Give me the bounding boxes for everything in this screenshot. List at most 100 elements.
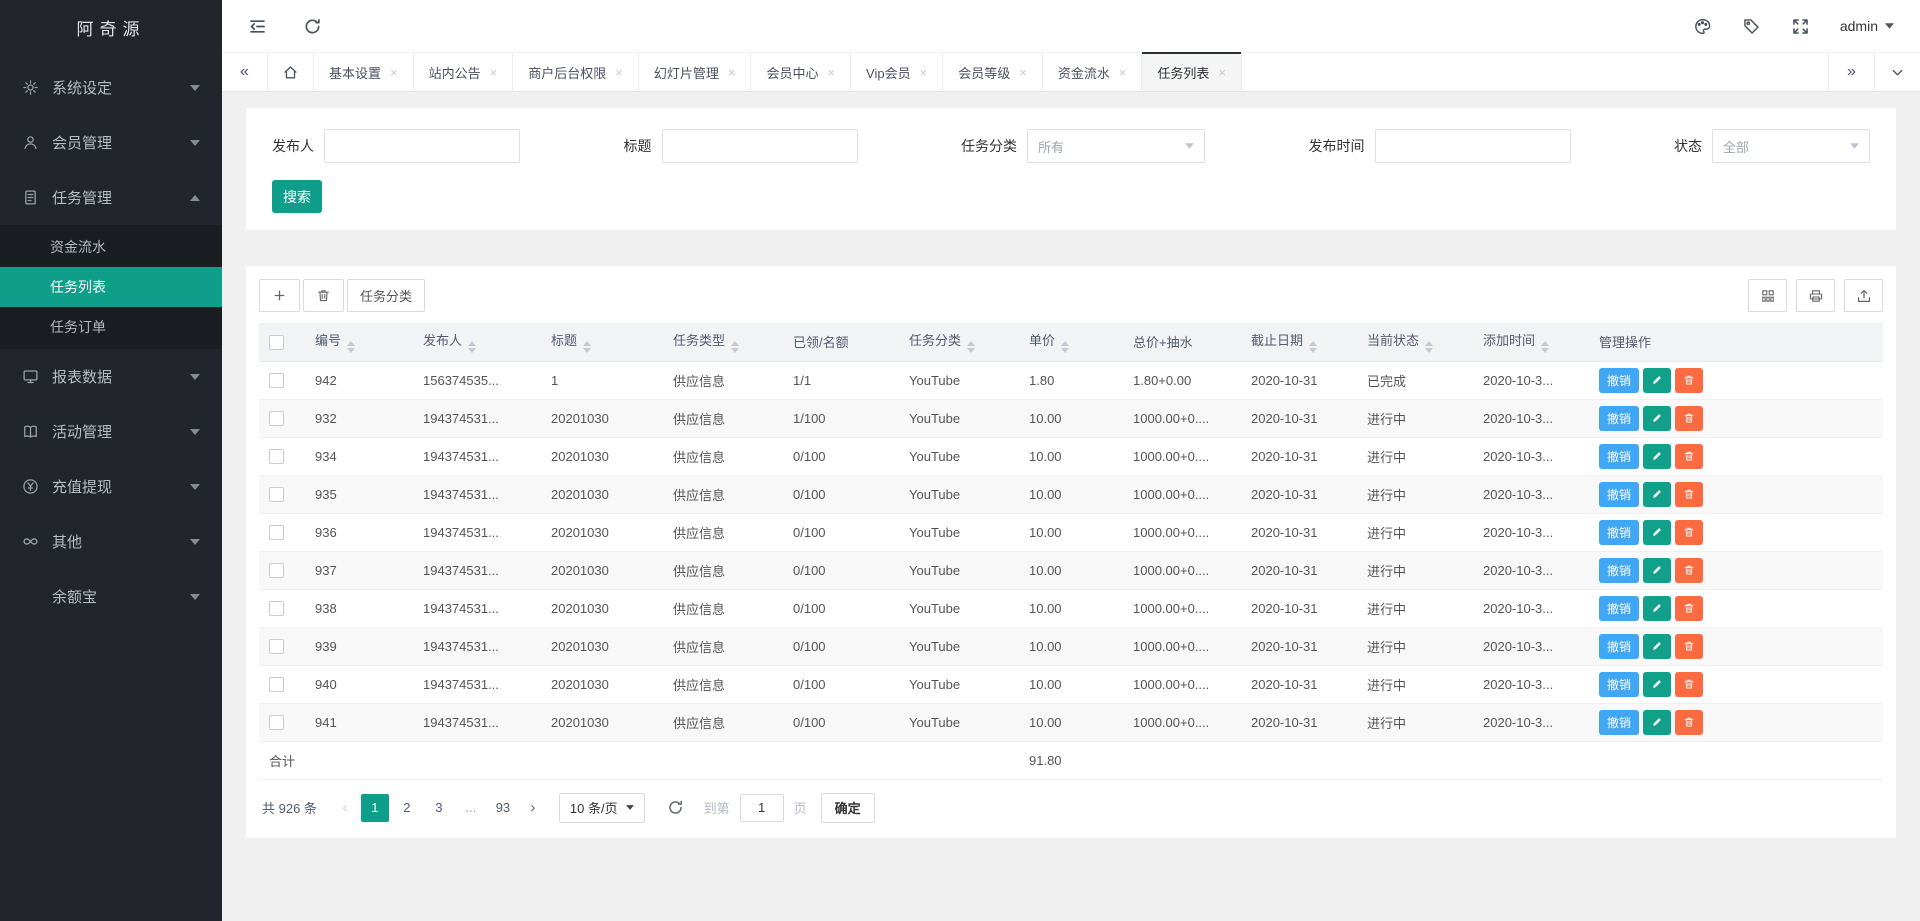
edit-button[interactable] [1643,368,1671,393]
tab-slideshow-management[interactable]: 幻灯片管理× [639,53,752,91]
refresh-icon[interactable] [303,17,322,36]
publish-time-input[interactable] [1375,129,1571,163]
sort-icon[interactable] [1309,341,1317,353]
revoke-button[interactable]: 撤销 [1599,406,1639,431]
row-checkbox[interactable] [269,715,284,730]
tabs-scroll-right-button[interactable]: » [1828,53,1874,91]
page-button-3[interactable]: 3 [425,794,453,822]
tabs-menu-button[interactable] [1874,53,1920,91]
sidebar-item-report-data[interactable]: 报表数据 [0,349,222,404]
delete-button[interactable] [1675,368,1703,393]
row-checkbox[interactable] [269,639,284,654]
close-icon[interactable]: × [390,65,398,80]
search-button[interactable]: 搜索 [272,180,322,213]
edit-button[interactable] [1643,444,1671,469]
sort-icon[interactable] [731,341,739,353]
close-icon[interactable]: × [920,65,928,80]
sidebar-subitem-funds-flow[interactable]: 资金流水 [0,227,222,267]
sort-icon[interactable] [1541,341,1549,353]
theme-palette-icon[interactable] [1693,17,1712,36]
edit-button[interactable] [1643,596,1671,621]
column-header-price[interactable]: 单价 [1019,323,1123,361]
revoke-button[interactable]: 撤销 [1599,596,1639,621]
row-checkbox[interactable] [269,449,284,464]
next-page-button[interactable]: › [519,794,547,822]
goto-page-input[interactable] [740,794,784,822]
delete-button[interactable] [1675,558,1703,583]
batch-delete-button[interactable] [303,279,344,312]
page-button-93[interactable]: 93 [489,794,517,822]
prev-page-button[interactable]: ‹ [331,794,359,822]
row-checkbox[interactable] [269,525,284,540]
sort-icon[interactable] [1061,341,1069,353]
tabs-scroll-left-button[interactable]: « [222,53,268,91]
column-header-category[interactable]: 任务分类 [899,323,1019,361]
sidebar-item-member-management[interactable]: 会员管理 [0,115,222,170]
status-select[interactable]: 全部 [1712,129,1870,163]
close-icon[interactable]: × [615,65,623,80]
sidebar-toggle-icon[interactable] [248,17,267,36]
revoke-button[interactable]: 撤销 [1599,444,1639,469]
title-input[interactable] [662,129,858,163]
row-checkbox[interactable] [269,487,284,502]
task-category-button[interactable]: 任务分类 [347,279,425,312]
sidebar-item-task-management[interactable]: 任务管理 [0,170,222,225]
row-checkbox[interactable] [269,563,284,578]
delete-button[interactable] [1675,520,1703,545]
row-checkbox[interactable] [269,677,284,692]
fullscreen-icon[interactable] [1791,17,1810,36]
add-button[interactable] [259,279,300,312]
sort-icon[interactable] [1425,341,1433,353]
tab-basic-settings[interactable]: 基本设置× [314,53,414,91]
row-checkbox[interactable] [269,373,284,388]
select-all-checkbox[interactable] [269,335,284,350]
tab-funds-flow[interactable]: 资金流水× [1043,53,1143,91]
sort-icon[interactable] [967,341,975,353]
column-header-status[interactable]: 当前状态 [1357,323,1473,361]
revoke-button[interactable]: 撤销 [1599,710,1639,735]
edit-button[interactable] [1643,520,1671,545]
sidebar-item-yuebao[interactable]: 余额宝 [0,569,222,624]
close-icon[interactable]: × [1218,65,1226,80]
delete-button[interactable] [1675,672,1703,697]
home-tab-button[interactable] [268,53,314,91]
edit-button[interactable] [1643,710,1671,735]
row-checkbox[interactable] [269,601,284,616]
sort-icon[interactable] [347,341,355,353]
publisher-input[interactable] [324,129,520,163]
delete-button[interactable] [1675,482,1703,507]
column-header-publisher[interactable]: 发布人 [413,323,541,361]
page-button-1[interactable]: 1 [361,794,389,822]
page-size-select[interactable]: 10 条/页 [559,793,645,823]
delete-button[interactable] [1675,444,1703,469]
edit-button[interactable] [1643,406,1671,431]
sidebar-item-activity-management[interactable]: 活动管理 [0,404,222,459]
revoke-button[interactable]: 撤销 [1599,368,1639,393]
sort-icon[interactable] [468,341,476,353]
close-icon[interactable]: × [827,65,835,80]
column-header-id[interactable]: 编号 [305,323,413,361]
user-menu[interactable]: admin [1840,18,1894,34]
revoke-button[interactable]: 撤销 [1599,520,1639,545]
column-header-title[interactable]: 标题 [541,323,663,361]
sidebar-subitem-task-list[interactable]: 任务列表 [0,267,222,307]
page-button-2[interactable]: 2 [393,794,421,822]
revoke-button[interactable]: 撤销 [1599,482,1639,507]
revoke-button[interactable]: 撤销 [1599,634,1639,659]
revoke-button[interactable]: 撤销 [1599,558,1639,583]
delete-button[interactable] [1675,406,1703,431]
category-select[interactable]: 所有 [1027,129,1205,163]
tab-member-center[interactable]: 会员中心× [751,53,851,91]
tab-member-level[interactable]: 会员等级× [943,53,1043,91]
row-checkbox[interactable] [269,411,284,426]
close-icon[interactable]: × [728,65,736,80]
tab-site-announcement[interactable]: 站内公告× [414,53,514,91]
edit-button[interactable] [1643,634,1671,659]
delete-button[interactable] [1675,634,1703,659]
close-icon[interactable]: × [1119,65,1127,80]
sidebar-item-other[interactable]: 其他 [0,514,222,569]
column-header-deadline[interactable]: 截止日期 [1241,323,1357,361]
column-header-added[interactable]: 添加时间 [1473,323,1589,361]
delete-button[interactable] [1675,710,1703,735]
edit-button[interactable] [1643,672,1671,697]
